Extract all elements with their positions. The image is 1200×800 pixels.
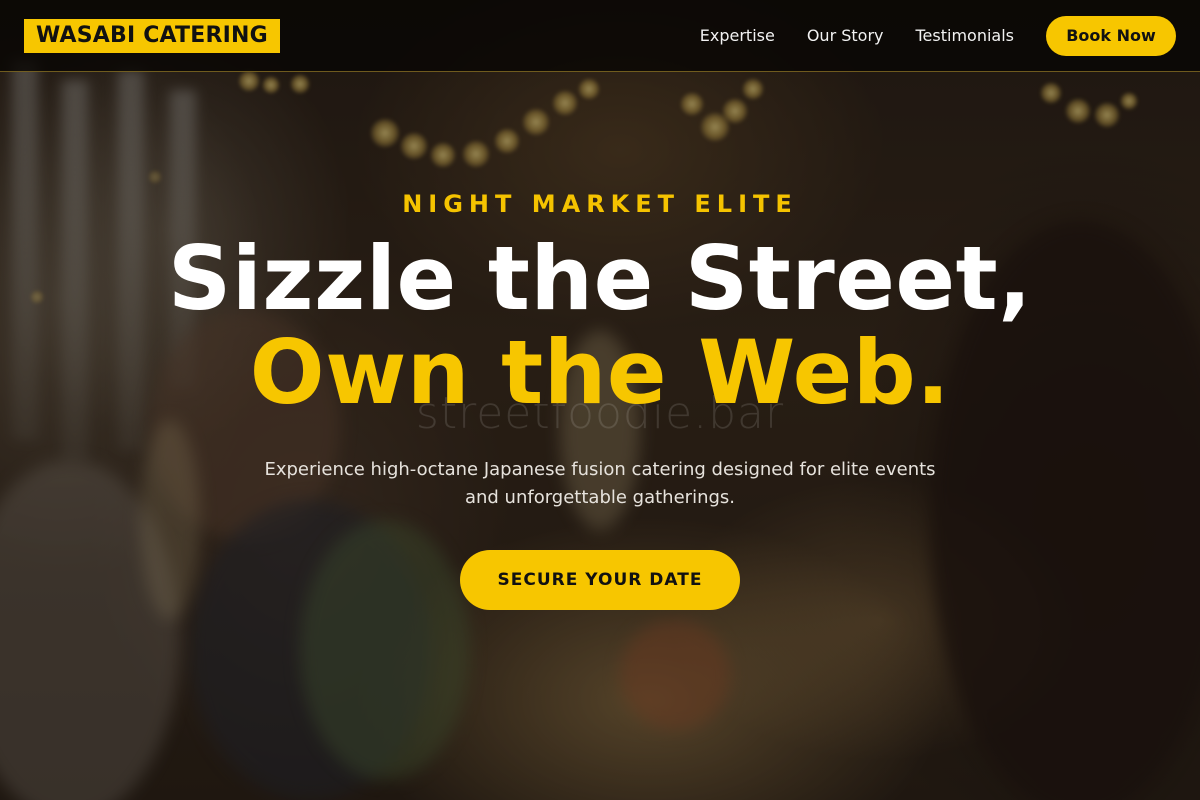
brand-logo[interactable]: WASABI CATERING [24,18,280,53]
hero-section: NIGHT MARKET ELITE Sizzle the Street, Ow… [0,0,1200,800]
nav-link-expertise[interactable]: Expertise [700,26,775,45]
hero-subtext: Experience high-octane Japanese fusion c… [264,459,936,508]
hero-eyebrow: NIGHT MARKET ELITE [402,190,798,218]
site-header: WASABI CATERING Expertise Our Story Test… [0,0,1200,72]
book-now-button[interactable]: Book Now [1046,15,1176,56]
main-nav: Expertise Our Story Testimonials Book No… [700,15,1176,56]
hero-headline: Sizzle the Street, Own the Web. [0,232,1200,420]
headline-line-1: Sizzle the Street, [167,227,1033,330]
nav-link-our-story[interactable]: Our Story [807,26,884,45]
secure-your-date-button[interactable]: SECURE YOUR DATE [460,550,740,610]
headline-line-2: Own the Web. [249,321,951,424]
nav-link-testimonials[interactable]: Testimonials [916,26,1015,45]
